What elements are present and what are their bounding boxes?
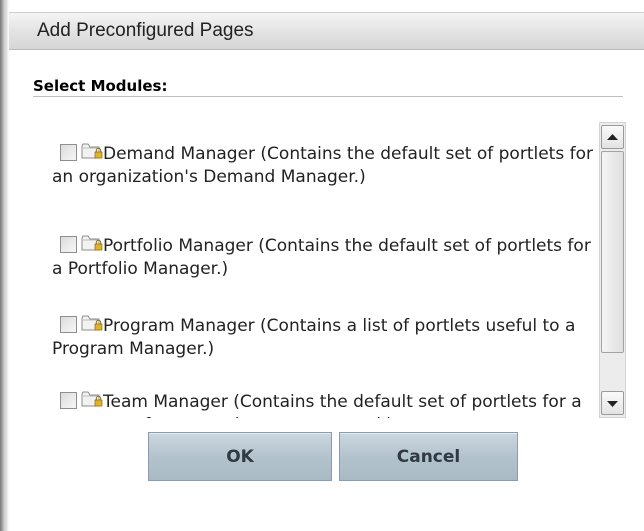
module-checkbox-portfolio-manager[interactable] <box>60 236 77 253</box>
arrow-up-icon <box>607 134 618 140</box>
scroll-thumb[interactable] <box>601 151 624 353</box>
module-checkbox-program-manager[interactable] <box>60 316 77 333</box>
cancel-button[interactable]: Cancel <box>339 432 518 481</box>
ok-button[interactable]: OK <box>148 432 332 481</box>
module-label-program-manager: Program Manager (Contains a list of port… <box>52 316 576 359</box>
scroll-up-button[interactable] <box>601 125 624 149</box>
section-divider <box>33 96 623 97</box>
arrow-down-icon <box>607 401 618 407</box>
add-preconfigured-pages-dialog: Add Preconfigured Pages Select Modules: … <box>0 0 644 531</box>
list-item: Portfolio Manager (Contains the default … <box>52 234 597 281</box>
locked-folder-icon <box>81 142 103 160</box>
dialog-titlebar[interactable]: Add Preconfigured Pages <box>9 12 644 50</box>
list-item: Demand Manager (Contains the default set… <box>52 142 597 189</box>
list-item: Team Manager (Contains the default set o… <box>52 390 597 418</box>
module-list-scrollbar[interactable] <box>599 122 626 418</box>
locked-folder-icon <box>81 234 103 252</box>
list-item: Program Manager (Contains a list of port… <box>52 314 597 361</box>
module-label-team-manager: Team Manager (Contains the default set o… <box>52 392 582 418</box>
locked-folder-icon <box>81 390 103 408</box>
module-label-portfolio-manager: Portfolio Manager (Contains the default … <box>52 236 591 279</box>
scroll-down-button[interactable] <box>601 391 624 415</box>
section-label: Select Modules: <box>33 77 168 95</box>
dialog-title: Add Preconfigured Pages <box>37 20 254 41</box>
locked-folder-icon <box>81 314 103 332</box>
window-left-edge <box>0 0 9 531</box>
module-label-demand-manager: Demand Manager (Contains the default set… <box>52 144 593 187</box>
module-checkbox-team-manager[interactable] <box>60 392 77 409</box>
module-list[interactable]: Demand Manager (Contains the default set… <box>52 122 636 418</box>
module-checkbox-demand-manager[interactable] <box>60 144 77 161</box>
